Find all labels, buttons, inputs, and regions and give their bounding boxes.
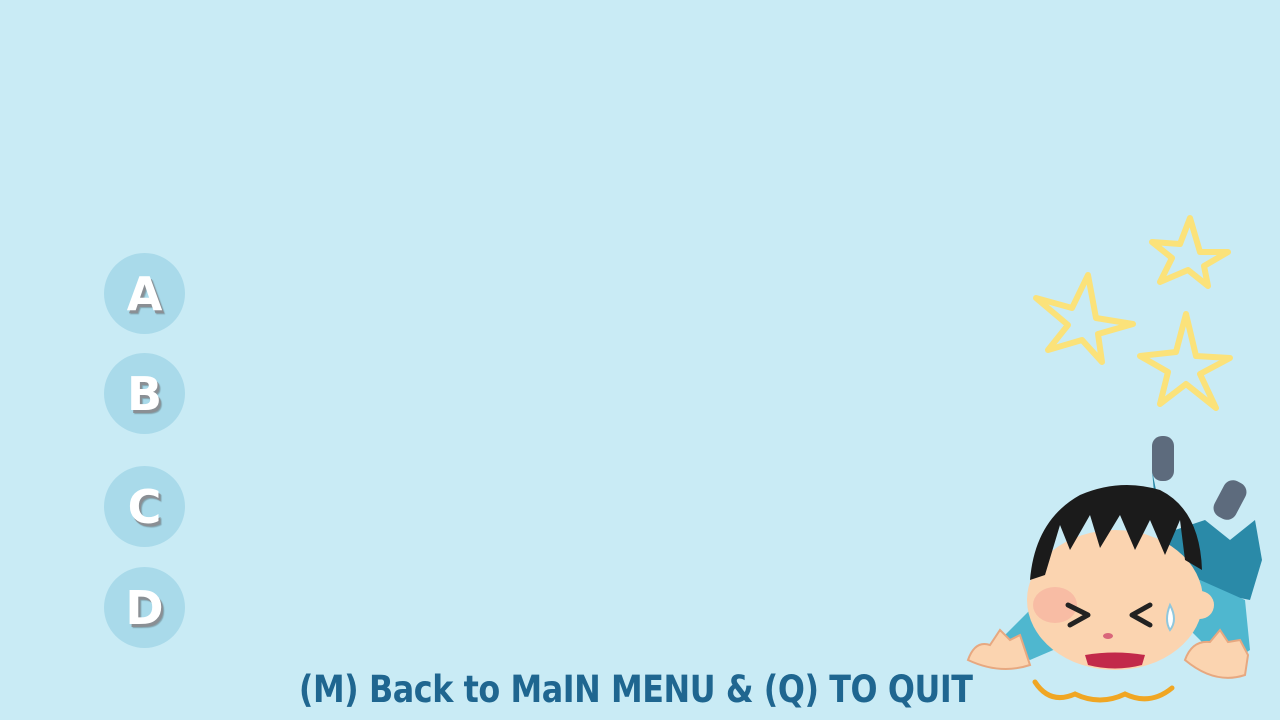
answer-option-d-letter: D [125, 580, 164, 635]
fallen-boy-with-dizzy-stars-icon [966, 215, 1262, 703]
answer-option-d[interactable]: D [104, 567, 185, 648]
answer-option-b-letter: B [126, 366, 163, 421]
answer-option-a[interactable]: A [104, 253, 185, 334]
footer-instructions-text: (M) Back to MaIN MENU & (Q) TO QUIT [299, 668, 973, 711]
game-over-screen: A B C D (M) Back to MaIN MENU & (Q) TO Q… [0, 0, 1280, 720]
footer-instructions: (M) Back to MaIN MENU & (Q) TO QUIT [0, 668, 1280, 711]
answer-option-b[interactable]: B [104, 353, 185, 434]
dizzy-stars-icon [1033, 215, 1233, 411]
answer-option-a-letter: A [126, 266, 163, 321]
answer-option-c-letter: C [127, 479, 162, 534]
boy-face-icon [1027, 485, 1214, 670]
answer-option-c[interactable]: C [104, 466, 185, 547]
